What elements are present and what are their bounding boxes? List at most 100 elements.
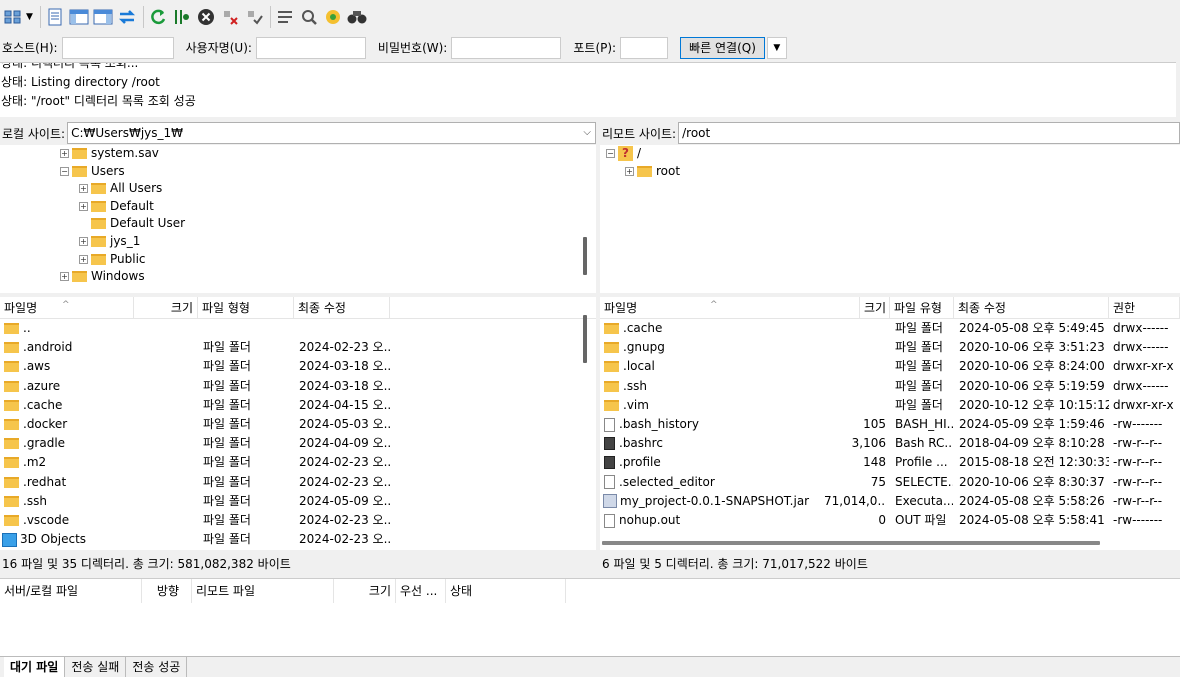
quickconnect-history-dropdown[interactable]: ▼ [766, 36, 787, 59]
table-row[interactable]: nohup.out 0 OUT 파일 2024-05-08 오후 5:58:41 -rw… [600, 511, 1180, 530]
local-path-value: C:₩Users₩jys_1₩ [71, 126, 184, 140]
remote-list-hscrollbar[interactable] [602, 541, 1100, 545]
tree-item[interactable]: + root [625, 163, 680, 180]
local-col-modified[interactable]: 최종 수정 [294, 297, 390, 319]
expand-icon[interactable]: + [60, 149, 69, 158]
local-col-size[interactable]: 크기 [134, 297, 198, 319]
tree-item[interactable]: −? / [606, 145, 641, 162]
log-scrollbar[interactable] [1176, 62, 1180, 117]
file-name-cell: .profile [602, 453, 824, 472]
tree-item[interactable]: − Users [60, 163, 125, 180]
table-row[interactable]: .azure 파일 폴더 2024-03-18 오... [0, 377, 596, 396]
table-row[interactable]: .gradle 파일 폴더 2024-04-09 오... [0, 434, 596, 453]
tree-item[interactable]: + Windows [60, 268, 145, 285]
chevron-down-icon[interactable]: ▼ [26, 12, 33, 22]
compare-icon[interactable] [298, 6, 320, 28]
table-row[interactable]: .bash_history 105 BASH_HI... 2024-05-09 오후 … [600, 415, 1180, 434]
message-log-icon[interactable] [44, 6, 66, 28]
file-size [134, 415, 194, 434]
expand-icon[interactable]: + [60, 272, 69, 282]
table-row[interactable]: .gnupg 파일 폴더 2020-10-06 오후 3:51:23 drwx----… [600, 338, 1180, 357]
table-row[interactable]: .cache 파일 폴더 2024-05-08 오후 5:49:45 drwx----… [600, 319, 1180, 338]
tree-item[interactable]: + Public [79, 251, 146, 268]
queue-col-priority[interactable]: 우선 ... [396, 579, 446, 603]
local-tree-scrollbar[interactable] [583, 237, 587, 275]
port-input[interactable] [620, 36, 669, 59]
table-row[interactable]: .. [0, 319, 596, 338]
refresh-icon[interactable] [147, 6, 169, 28]
table-row[interactable]: .vim 파일 폴더 2020-10-12 오후 10:15:12 drwxr-xr-… [600, 396, 1180, 415]
remote-col-type[interactable]: 파일 유형 [890, 297, 954, 319]
file-size [824, 396, 886, 415]
username-input[interactable] [255, 36, 366, 59]
table-row[interactable]: .profile 148 Profile ... 2015-08-18 오전 12:3… [600, 453, 1180, 472]
tab-queued-files[interactable]: 대기 파일 [4, 657, 66, 677]
expand-icon[interactable]: + [79, 184, 88, 194]
tree-item[interactable]: + All Users [79, 180, 162, 197]
queue-col-file[interactable]: 서버/로컬 파일 [0, 579, 142, 603]
file-name-cell: 3D Objects [2, 530, 134, 549]
file-type: 파일 폴더 [203, 417, 251, 431]
expand-icon[interactable]: + [79, 237, 88, 246]
pane-splitter[interactable] [596, 121, 600, 575]
password-input[interactable] [451, 36, 562, 59]
table-row[interactable]: .redhat 파일 폴더 2024-02-23 오... [0, 473, 596, 492]
table-row[interactable]: .bashrc 3,106 Bash RC... 2018-04-09 오후 8:10… [600, 434, 1180, 453]
local-path-input[interactable]: C:₩Users₩jys_1₩ ⌵ [67, 122, 596, 144]
table-row[interactable]: .docker 파일 폴더 2024-05-03 오... [0, 415, 596, 434]
tab-failed-transfers[interactable]: 전송 실패 [65, 657, 127, 677]
folder-icon [4, 361, 19, 373]
cancel-icon[interactable] [195, 6, 217, 28]
collapse-icon[interactable]: − [606, 149, 615, 158]
table-row[interactable]: 3D Objects 파일 폴더 2024-02-23 오... [0, 530, 596, 549]
queue-col-remote-file[interactable]: 리모트 파일 [192, 579, 334, 603]
tree-item[interactable]: + Default [79, 198, 154, 215]
table-row[interactable]: .ssh 파일 폴더 2024-05-09 오... [0, 492, 596, 511]
queue-col-direction[interactable]: 방향 [142, 579, 192, 603]
queue-col-size[interactable]: 크기 [334, 579, 396, 603]
reconnect-icon[interactable] [243, 6, 265, 28]
expand-icon[interactable]: + [79, 254, 88, 264]
local-col-name[interactable]: 파일명 ^ [0, 297, 134, 319]
expand-icon[interactable]: + [625, 166, 634, 176]
remote-col-permissions[interactable]: 권한 [1109, 297, 1180, 319]
file-modified: 2024-02-23 오... [299, 532, 391, 547]
file-permissions: -rw-r--r-- [1113, 474, 1163, 489]
remote-col-name[interactable]: 파일명 ^ [600, 297, 860, 319]
chevron-down-icon[interactable]: ⌵ [583, 123, 591, 143]
filter-icon[interactable] [274, 6, 296, 28]
search-icon[interactable] [346, 6, 368, 28]
table-row[interactable]: .vscode 파일 폴더 2024-02-23 오... [0, 511, 596, 530]
collapse-icon[interactable]: − [60, 166, 69, 176]
table-row[interactable]: .android 파일 폴더 2024-02-23 오... [0, 338, 596, 357]
sync-browse-icon[interactable] [322, 6, 344, 28]
remote-tree-icon[interactable] [92, 6, 114, 28]
main-toolbar: ▼ [0, 0, 1180, 33]
site-manager-icon[interactable] [2, 6, 24, 28]
process-queue-icon[interactable] [171, 6, 193, 28]
tree-item[interactable]: Default User [79, 215, 185, 232]
remote-col-size[interactable]: 크기 [860, 297, 890, 319]
table-row[interactable]: .aws 파일 폴더 2024-03-18 오... [0, 357, 596, 376]
remote-col-modified[interactable]: 최종 수정 [954, 297, 1109, 319]
quickconnect-button[interactable]: 빠른 연결(Q) [680, 36, 765, 59]
file-name-cell: .gnupg [602, 338, 824, 357]
tree-item[interactable]: + jys_1 [79, 233, 140, 250]
remote-path-input[interactable]: /root [678, 122, 1180, 144]
table-row[interactable]: .local 파일 폴더 2020-10-06 오후 8:24:00 drwxr-xr… [600, 357, 1180, 376]
file-binary-icon [604, 456, 615, 470]
table-row[interactable]: .cache 파일 폴더 2024-04-15 오... [0, 396, 596, 415]
local-tree-icon[interactable] [68, 6, 90, 28]
tree-item[interactable]: + system.sav [60, 145, 159, 162]
queue-col-status[interactable]: 상태 [446, 579, 566, 603]
table-row[interactable]: .ssh 파일 폴더 2020-10-06 오후 5:19:59 drwx------ [600, 377, 1180, 396]
disconnect-icon[interactable] [219, 6, 241, 28]
host-input[interactable] [61, 36, 174, 59]
expand-icon[interactable]: + [79, 201, 88, 211]
tab-successful-transfers[interactable]: 전송 성공 [126, 657, 188, 677]
table-row[interactable]: .selected_editor 75 SELECTE... 2020-10-06 오… [600, 473, 1180, 492]
transfer-queue-icon[interactable] [116, 6, 138, 28]
local-col-type[interactable]: 파일 형형 [198, 297, 294, 319]
table-row[interactable]: .m2 파일 폴더 2024-02-23 오... [0, 453, 596, 472]
table-row[interactable]: my_project-0.0.1-SNAPSHOT.jar 71,014,0...… [600, 492, 1180, 511]
